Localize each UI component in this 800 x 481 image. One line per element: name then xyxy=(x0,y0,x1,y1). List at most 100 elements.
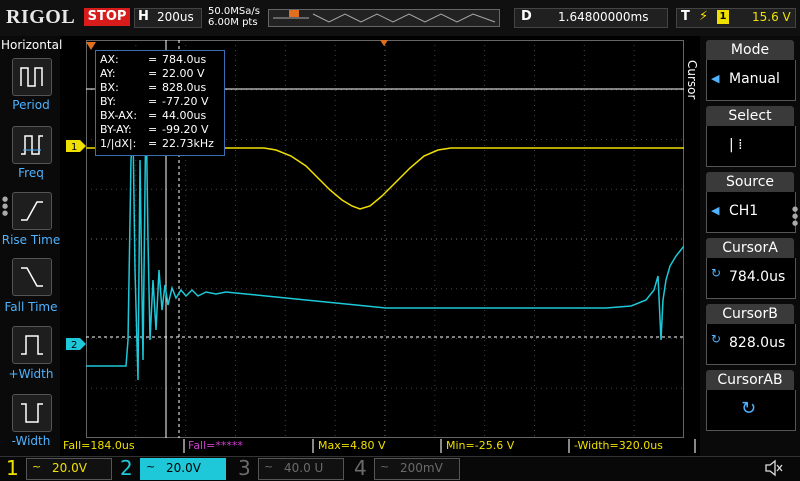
timebase-label: H xyxy=(138,9,149,24)
softkey-value: | ⁞ xyxy=(729,137,743,153)
delay-value: 1.64800000ms xyxy=(558,10,649,24)
softkey-cursora-button[interactable]: ↻ 784.0us xyxy=(706,258,796,299)
measurement-item[interactable]: Max=4.80 V xyxy=(316,439,442,453)
cursor-readout-row: 1/|dX|: = 22.73kHz xyxy=(100,138,214,150)
softkey-source-button[interactable]: ◀ CH1 xyxy=(706,192,796,233)
delay-label: D xyxy=(521,9,532,24)
ch2-marker-label: 2 xyxy=(71,340,77,350)
rise-time-icon xyxy=(21,201,43,221)
period-icon xyxy=(20,67,43,87)
channel-2-number[interactable]: 2 xyxy=(120,456,133,480)
measurement-text: Min=-25.6 V xyxy=(446,439,515,452)
cursor-readout-row: BY: = -77.20 V xyxy=(100,96,208,108)
memory-depth: 6.00M pts xyxy=(208,17,258,28)
channel-2-coupling: ~ xyxy=(146,460,156,473)
readout-key: BX-AX: xyxy=(100,109,138,122)
readout-value: 784.0us xyxy=(162,53,207,66)
softkey-cursorab-button[interactable]: ↻ xyxy=(706,390,796,431)
frequency-icon xyxy=(21,135,43,155)
left-panel-title: Horizontal xyxy=(1,38,63,52)
rotate-knob-icon: ↻ xyxy=(711,266,722,280)
readout-key: AX: xyxy=(100,53,119,66)
softkey-select-button[interactable]: | ⁞ xyxy=(706,126,796,167)
memory-position-bar xyxy=(268,9,500,27)
timebase-value: 200us xyxy=(157,10,194,24)
speaker-muted-icon[interactable] xyxy=(764,459,784,477)
channel-4-coupling: ~ xyxy=(380,460,390,473)
fall-time-label: Fall Time xyxy=(4,300,58,314)
positive-width-button[interactable] xyxy=(12,326,52,364)
readout-value: 22.00 V xyxy=(162,67,205,80)
fall-time-button[interactable] xyxy=(12,258,52,296)
softkey-value: Manual xyxy=(729,71,780,87)
readout-key: BY-AY: xyxy=(100,123,132,136)
period-label: Period xyxy=(12,98,50,112)
ch1-ground-marker[interactable]: 1 xyxy=(66,140,86,152)
cursor-readout-row: BY-AY: = -99.20 V xyxy=(100,124,208,136)
ch1-marker-label: 1 xyxy=(71,142,77,152)
left-arrow-icon: ◀ xyxy=(711,204,720,217)
readout-equals: = xyxy=(148,53,158,66)
softkey-select-title[interactable]: Select xyxy=(706,106,794,126)
positive-width-icon xyxy=(21,335,43,355)
softkey-cursora-title[interactable]: CursorA xyxy=(706,238,794,258)
readout-key: 1/|dX|: xyxy=(100,137,137,150)
cursor-readout-row: AX: = 784.0us xyxy=(100,54,206,66)
rise-time-button[interactable] xyxy=(12,192,52,230)
measurement-text: Fall=184.0us xyxy=(63,439,135,452)
channel-2-scale: 20.0V xyxy=(166,461,201,475)
cursor-readout-row: BX-AX: = 44.00us xyxy=(100,110,206,122)
memory-waveform-preview xyxy=(273,10,496,23)
negative-width-icon xyxy=(21,403,43,423)
menu-vertical-title: Cursor xyxy=(685,60,699,100)
readout-equals: = xyxy=(148,81,158,94)
readout-value: 44.00us xyxy=(162,109,207,122)
period-button[interactable] xyxy=(12,58,52,96)
channel-3-scale: 40.0 U xyxy=(284,461,324,475)
page-dots-icon: ● ● ● xyxy=(2,195,9,217)
cursor-readout-row: BX: = 828.0us xyxy=(100,82,206,94)
readout-equals: = xyxy=(148,109,158,122)
freq-button[interactable] xyxy=(12,126,52,164)
readout-value: 22.73kHz xyxy=(162,137,214,150)
rotate-knob-icon: ↻ xyxy=(741,398,757,419)
readout-equals: = xyxy=(148,137,158,150)
readout-equals: = xyxy=(148,67,158,80)
softkey-mode-button[interactable]: ◀ Manual xyxy=(706,60,796,101)
page-dots-icon: ● ● ● xyxy=(792,205,799,227)
negative-width-label: -Width xyxy=(11,434,51,448)
trigger-edge-icon: ⚡ xyxy=(699,9,709,24)
softkey-cursorab-title[interactable]: CursorAB xyxy=(706,370,794,390)
channel-1-scale: 20.0V xyxy=(52,461,87,475)
measurement-text: Max=4.80 V xyxy=(318,439,386,452)
channel-3-coupling: ~ xyxy=(264,460,274,473)
rotate-knob-icon: ↻ xyxy=(711,332,722,346)
measurement-item[interactable]: Min=-25.6 V xyxy=(444,439,570,453)
trigger-position-marker xyxy=(289,10,299,17)
channel-3-number[interactable]: 3 xyxy=(238,456,251,480)
ch2-ground-marker[interactable]: 2 xyxy=(66,338,86,350)
readout-equals: = xyxy=(148,95,158,108)
channel-1-number[interactable]: 1 xyxy=(6,456,19,480)
trigger-source-badge: 1 xyxy=(717,10,729,24)
measurement-text: -Width=320.0us xyxy=(574,439,663,452)
softkey-value: CH1 xyxy=(729,203,759,219)
measurement-item[interactable]: -Width=320.0us xyxy=(572,439,696,453)
cursor-readout-row: AY: = 22.00 V xyxy=(100,68,205,80)
measurement-item[interactable]: Fall=***** xyxy=(186,439,314,453)
measurement-item[interactable]: Fall=184.0us xyxy=(61,439,185,453)
channel-1-coupling: ~ xyxy=(32,460,42,473)
softkey-cursorb-button[interactable]: ↻ 828.0us xyxy=(706,324,796,365)
softkey-source-title[interactable]: Source xyxy=(706,172,794,192)
negative-width-button[interactable] xyxy=(12,394,52,432)
measurement-text: Fall=***** xyxy=(188,439,243,452)
trigger-level: 15.6 V xyxy=(752,10,791,24)
brand-logo: RIGOL xyxy=(6,6,76,28)
fall-time-icon xyxy=(21,267,43,287)
channel-4-number[interactable]: 4 xyxy=(354,456,367,480)
softkey-cursorb-title[interactable]: CursorB xyxy=(706,304,794,324)
readout-value: -99.20 V xyxy=(162,123,209,136)
run-stop-indicator[interactable]: STOP xyxy=(84,8,130,26)
softkey-mode-title[interactable]: Mode xyxy=(706,40,794,60)
channel-4-scale: 200mV xyxy=(400,461,443,475)
